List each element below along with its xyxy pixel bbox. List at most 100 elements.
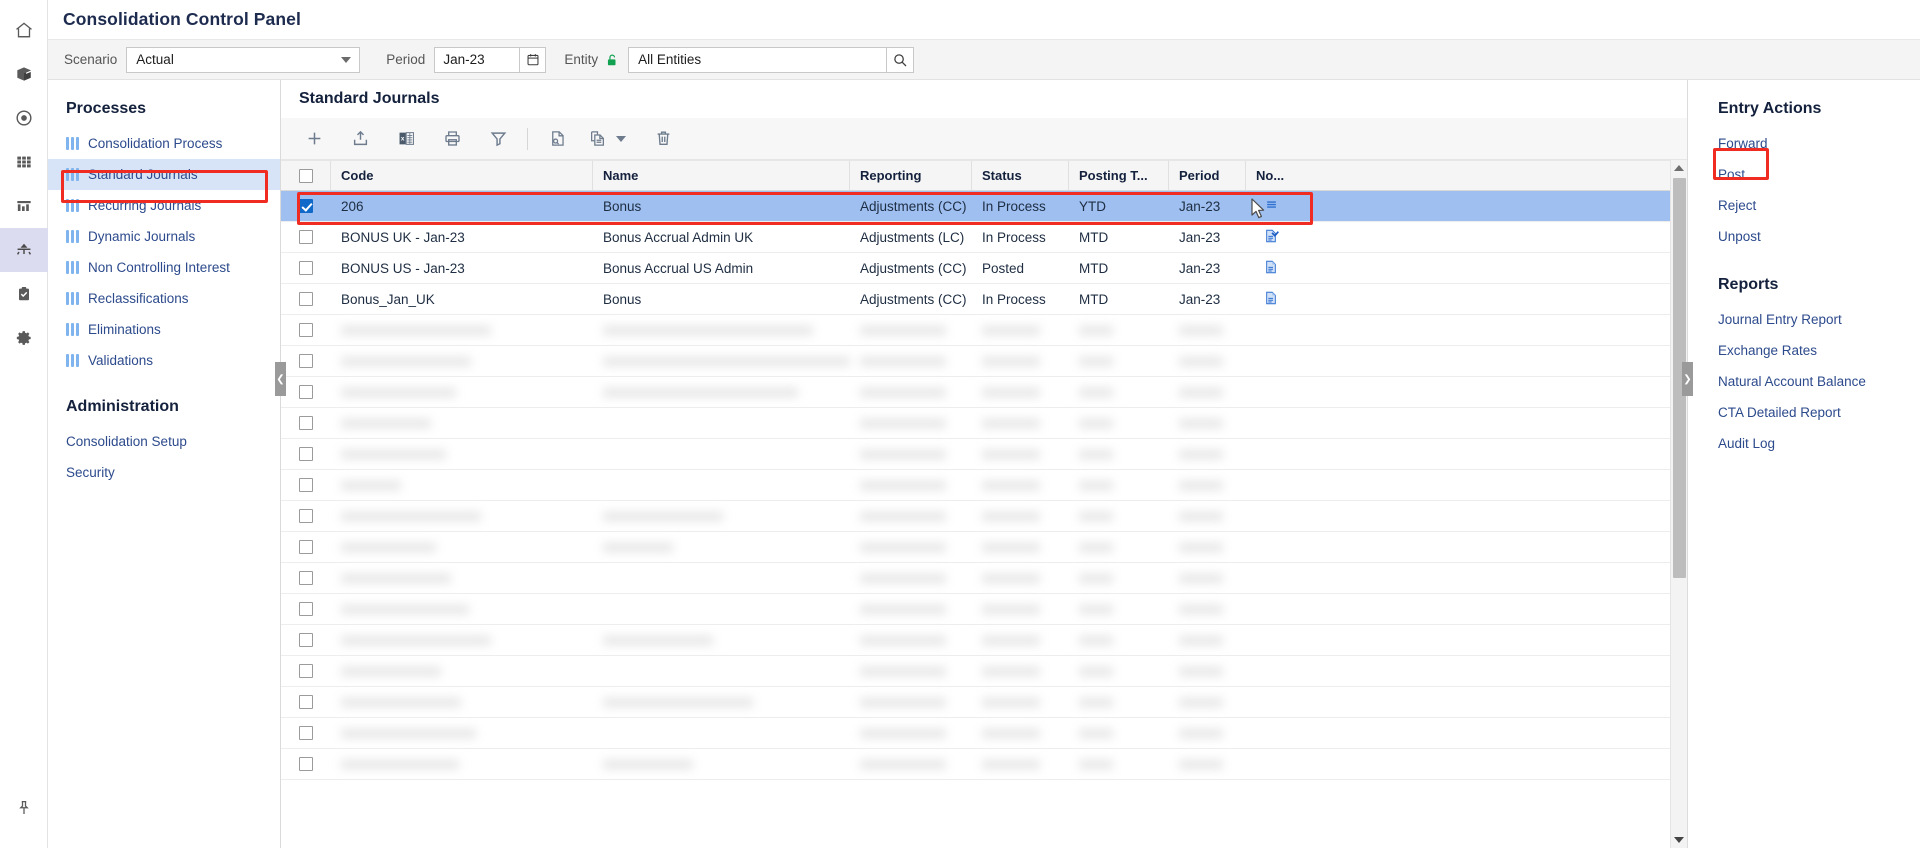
grid-vertical-scrollbar[interactable]: [1670, 160, 1687, 848]
row-checkbox[interactable]: [299, 199, 313, 213]
row-checkbox-cell[interactable]: [281, 377, 331, 407]
row-checkbox-cell[interactable]: [281, 315, 331, 345]
table-row-obscured[interactable]: [281, 532, 1670, 563]
report-icon[interactable]: [0, 184, 48, 228]
row-checkbox-cell[interactable]: [281, 222, 331, 252]
home-icon[interactable]: [0, 8, 48, 52]
row-checkbox-cell[interactable]: [281, 253, 331, 283]
row-checkbox-cell[interactable]: [281, 284, 331, 314]
filter-button[interactable]: [475, 122, 521, 156]
action-reject[interactable]: Reject: [1688, 190, 1920, 221]
row-checkbox[interactable]: [299, 664, 313, 678]
period-input[interactable]: Jan-23: [434, 46, 521, 73]
sidebar-item-recurring-journals[interactable]: Recurring Journals: [48, 190, 280, 221]
row-checkbox-cell[interactable]: [281, 439, 331, 469]
report-audit-log[interactable]: Audit Log: [1688, 428, 1920, 459]
row-checkbox[interactable]: [299, 385, 313, 399]
table-row[interactable]: Bonus_Jan_UK Bonus Adjustments (CC) In P…: [281, 284, 1670, 315]
row-checkbox[interactable]: [299, 478, 313, 492]
table-row[interactable]: 206 Bonus Adjustments (CC) In Process YT…: [281, 191, 1670, 222]
table-row-obscured[interactable]: [281, 656, 1670, 687]
calendar-icon[interactable]: [520, 46, 547, 73]
column-header-period[interactable]: Period: [1169, 161, 1246, 190]
action-post[interactable]: Post: [1688, 159, 1920, 190]
column-header-posting-type[interactable]: Posting T...: [1069, 161, 1169, 190]
sidebar-item-reclassifications[interactable]: Reclassifications: [48, 283, 280, 314]
row-checkbox[interactable]: [299, 230, 313, 244]
column-header-reporting[interactable]: Reporting: [850, 161, 972, 190]
right-panel-expand-handle[interactable]: ❯: [1682, 362, 1693, 396]
sidebar-item-validations[interactable]: Validations: [48, 345, 280, 376]
table-row-obscured[interactable]: [281, 315, 1670, 346]
scroll-up-arrow[interactable]: [1671, 160, 1688, 176]
row-checkbox-cell[interactable]: [281, 625, 331, 655]
copy-button[interactable]: [580, 122, 640, 156]
report-cta-detailed-report[interactable]: CTA Detailed Report: [1688, 397, 1920, 428]
chevron-down-icon[interactable]: [616, 135, 626, 142]
search-icon[interactable]: [886, 46, 915, 73]
action-forward[interactable]: Forward: [1688, 128, 1920, 159]
row-checkbox[interactable]: [299, 602, 313, 616]
row-checkbox-cell[interactable]: [281, 594, 331, 624]
scroll-down-arrow[interactable]: [1671, 832, 1688, 848]
row-checkbox[interactable]: [299, 261, 313, 275]
row-checkbox-cell[interactable]: [281, 718, 331, 748]
action-unpost[interactable]: Unpost: [1688, 221, 1920, 252]
table-row-obscured[interactable]: [281, 346, 1670, 377]
copy-icon[interactable]: [580, 122, 614, 156]
table-row-obscured[interactable]: [281, 377, 1670, 408]
row-checkbox-cell[interactable]: [281, 346, 331, 376]
note-doc-icon[interactable]: [1263, 259, 1279, 278]
row-checkbox[interactable]: [299, 447, 313, 461]
select-all-checkbox[interactable]: [298, 168, 313, 183]
select-all-header[interactable]: [281, 161, 331, 190]
add-button[interactable]: [291, 122, 337, 156]
sidebar-item-consolidation-setup[interactable]: Consolidation Setup: [48, 426, 280, 457]
scenario-select[interactable]: Actual: [126, 46, 361, 73]
column-header-code[interactable]: Code: [331, 161, 593, 190]
delete-button[interactable]: [640, 122, 686, 156]
cube-icon[interactable]: [0, 52, 48, 96]
column-header-name[interactable]: Name: [593, 161, 850, 190]
note-check-icon[interactable]: [1263, 228, 1279, 247]
row-checkbox[interactable]: [299, 354, 313, 368]
row-checkbox[interactable]: [299, 633, 313, 647]
table-row-obscured[interactable]: [281, 470, 1670, 501]
cell-note[interactable]: [1246, 253, 1296, 283]
clipboard-check-icon[interactable]: [0, 272, 48, 316]
report-exchange-rates[interactable]: Exchange Rates: [1688, 335, 1920, 366]
table-row-obscured[interactable]: [281, 439, 1670, 470]
grid-icon[interactable]: [0, 140, 48, 184]
row-checkbox[interactable]: [299, 540, 313, 554]
table-row-obscured[interactable]: [281, 625, 1670, 656]
sidebar-collapse-handle[interactable]: ❮: [275, 362, 286, 396]
row-checkbox-cell[interactable]: [281, 563, 331, 593]
gear-icon[interactable]: [0, 316, 48, 360]
sidebar-item-security[interactable]: Security: [48, 457, 280, 488]
sidebar-item-eliminations[interactable]: Eliminations: [48, 314, 280, 345]
column-header-notes[interactable]: No...: [1246, 161, 1296, 190]
cell-note[interactable]: [1246, 222, 1296, 252]
row-checkbox[interactable]: [299, 726, 313, 740]
consolidation-icon[interactable]: [0, 228, 48, 272]
table-row-obscured[interactable]: [281, 563, 1670, 594]
table-row-obscured[interactable]: [281, 749, 1670, 780]
entity-input[interactable]: All Entities: [628, 46, 887, 73]
row-checkbox[interactable]: [299, 571, 313, 585]
column-header-status[interactable]: Status: [972, 161, 1069, 190]
table-row[interactable]: BONUS US - Jan-23 Bonus Accrual US Admin…: [281, 253, 1670, 284]
export-excel-button[interactable]: x: [383, 122, 429, 156]
table-row[interactable]: BONUS UK - Jan-23 Bonus Accrual Admin UK…: [281, 222, 1670, 253]
row-checkbox-cell[interactable]: [281, 408, 331, 438]
row-checkbox-cell[interactable]: [281, 501, 331, 531]
row-checkbox[interactable]: [299, 292, 313, 306]
row-checkbox-cell[interactable]: [281, 687, 331, 717]
sidebar-item-non-controlling-interest[interactable]: Non Controlling Interest: [48, 252, 280, 283]
row-checkbox[interactable]: [299, 757, 313, 771]
cell-note[interactable]: [1246, 191, 1296, 221]
sidebar-item-consolidation-process[interactable]: Consolidation Process: [48, 128, 280, 159]
report-journal-entry-report[interactable]: Journal Entry Report: [1688, 304, 1920, 335]
upload-button[interactable]: [337, 122, 383, 156]
note-lines-icon[interactable]: [1264, 197, 1279, 215]
row-checkbox-cell[interactable]: [281, 532, 331, 562]
